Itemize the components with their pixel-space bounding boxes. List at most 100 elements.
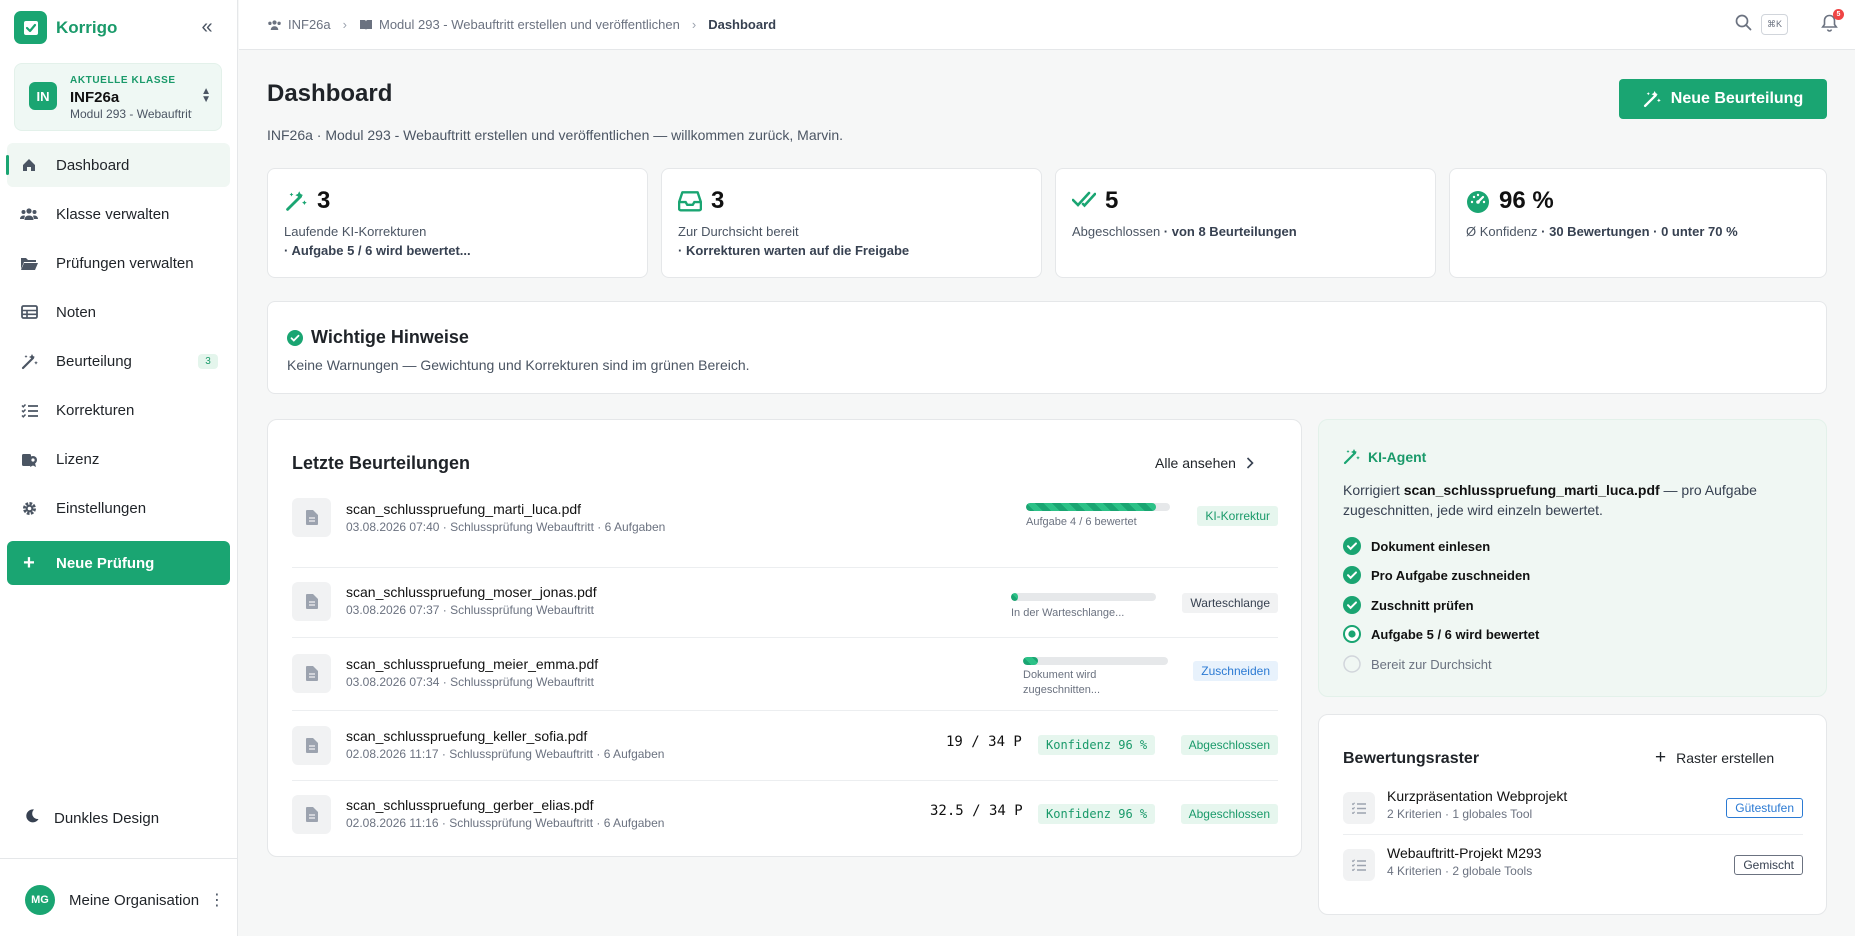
table-row[interactable]: scan_schlusspruefung_marti_luca.pdf 03.0…: [292, 498, 1278, 568]
breadcrumb-module-label: Modul 293 - Webauftritt erstellen und ve…: [378, 17, 680, 32]
breadcrumb-module[interactable]: Modul 293 - Webauftritt erstellen und ve…: [359, 17, 680, 32]
recent-assessments: Letzte Beurteilungen Alle ansehen scan_s…: [267, 419, 1302, 857]
dark-mode-toggle[interactable]: Dunkles Design: [24, 808, 159, 828]
sidebar-divider: [0, 858, 238, 859]
class-switcher[interactable]: IN AKTUELLE KLASSE INF26a Modul 293 - We…: [14, 63, 222, 131]
wand-icon: [284, 190, 308, 215]
list-icon: [1343, 792, 1375, 824]
stat-value: 5: [1105, 187, 1119, 214]
radio-active-icon: [1343, 625, 1361, 643]
sidebar-item-noten[interactable]: Noten: [7, 290, 230, 334]
chevron-right-icon: ›: [342, 17, 347, 32]
sidebar-item-einstellungen[interactable]: Einstellungen: [7, 486, 230, 530]
brand-logo-icon: [14, 11, 47, 44]
sidebar: Korrigo « IN AKTUELLE KLASSE INF26a Modu…: [0, 0, 238, 936]
stat-label: Ø Konfidenz · 30 Bewertungen · 0 unter 7…: [1466, 224, 1738, 239]
sidebar-item-label: Lizenz: [56, 450, 100, 468]
search-icon[interactable]: [1735, 14, 1752, 34]
stat-label: Abgeschlossen · von 8 Beurteilungen: [1072, 224, 1297, 239]
brand[interactable]: Korrigo: [14, 11, 117, 44]
file-icon: [292, 654, 331, 693]
agent-step: Dokument einlesen: [1343, 537, 1490, 555]
table-row[interactable]: scan_schlusspruefung_meier_emma.pdf 03.0…: [292, 638, 1278, 711]
notice-card: Wichtige Hinweise Keine Warnungen — Gewi…: [267, 301, 1827, 394]
double-check-icon: [1071, 190, 1097, 213]
sidebar-item-korrekturen[interactable]: Korrekturen: [7, 388, 230, 432]
sidebar-item-lizenz[interactable]: Lizenz: [7, 437, 230, 481]
search-shortcut: ⌘K: [1761, 14, 1789, 35]
new-assessment-button[interactable]: Neue Beurteilung: [1619, 79, 1827, 119]
inbox-icon: [677, 190, 703, 215]
breadcrumb: INF26a › Modul 293 - Webauftritt erstell…: [267, 17, 776, 32]
new-exam-button[interactable]: + Neue Prüfung: [7, 541, 230, 585]
collapse-sidebar-icon[interactable]: «: [196, 16, 218, 38]
check-circle-icon: [1343, 566, 1361, 584]
table-row[interactable]: scan_schlusspruefung_gerber_elias.pdf 02…: [292, 781, 1278, 847]
file-meta: 03.08.2026 07:37 · Schlussprüfung Webauf…: [346, 603, 594, 617]
notification-badge: 5: [1833, 9, 1844, 20]
file-name: scan_schlusspruefung_gerber_elias.pdf: [346, 797, 594, 813]
license-icon: [20, 450, 38, 468]
agent-step: Pro Aufgabe zuschneiden: [1343, 566, 1530, 584]
org-name: Meine Organisation: [69, 891, 199, 909]
users-icon: [20, 205, 38, 223]
file-meta: 02.08.2026 11:17 · Schlussprüfung Webauf…: [346, 747, 665, 761]
folder-icon: [20, 254, 38, 272]
stat-label: Laufende KI-Korrekturen: [284, 224, 427, 239]
check-circle-icon: [1343, 537, 1361, 555]
breadcrumb-current: Dashboard: [708, 17, 777, 32]
file-icon: [292, 795, 331, 834]
file-icon: [292, 582, 331, 621]
sidebar-item-dashboard[interactable]: Dashboard: [6, 143, 230, 187]
stat-value: 3: [317, 187, 331, 214]
table-icon: [20, 303, 38, 321]
progress-bar: [1023, 657, 1168, 665]
score: 32.5 / 34 P: [930, 803, 1023, 819]
status-badge: Abgeschlossen: [1180, 804, 1278, 824]
stat-value: 96 %: [1499, 187, 1554, 214]
chevron-updown-icon: ▲ ▼: [201, 86, 211, 105]
sidebar-item-label: Einstellungen: [56, 499, 147, 517]
list-icon: [1343, 849, 1375, 881]
sidebar-item-beurteilung[interactable]: Beurteilung 3: [7, 339, 230, 383]
list-check-icon: [20, 401, 38, 419]
rubric-meta: 4 Kriterien · 2 globale Tools: [1387, 864, 1533, 878]
check-circle-icon: [1343, 596, 1361, 614]
stat-label: Zur Durchsicht bereit: [678, 224, 799, 239]
page-title: Dashboard: [267, 80, 393, 107]
more-vertical-icon[interactable]: ⋮: [209, 890, 225, 910]
score: 19 / 34 P: [946, 734, 1022, 750]
rubric-panel: Bewertungsraster + Raster erstellen Kurz…: [1318, 714, 1827, 915]
class-kicker: AKTUELLE KLASSE: [70, 75, 176, 86]
status-badge: KI-Korrektur: [1197, 506, 1278, 526]
home-icon: [20, 156, 38, 174]
file-icon: [292, 498, 331, 537]
sidebar-item-pruefungen[interactable]: Prüfungen verwalten: [7, 241, 230, 285]
org-switcher[interactable]: MG Meine Organisation ⋮: [25, 885, 225, 915]
stat-ready-for-review: 3 Zur Durchsicht bereit · Korrekturen wa…: [661, 168, 1042, 278]
agent-step-pending: Bereit zur Durchsicht: [1343, 655, 1492, 673]
stat-confidence: 96 % Ø Konfidenz · 30 Bewertungen · 0 un…: [1449, 168, 1827, 278]
sidebar-item-label: Klasse verwalten: [56, 205, 170, 223]
table-row[interactable]: scan_schlusspruefung_keller_sofia.pdf 02…: [292, 711, 1278, 781]
circle-icon: [1343, 655, 1361, 673]
page-subtitle: INF26a · Modul 293 - Webauftritt erstell…: [267, 127, 844, 143]
sidebar-item-klasse[interactable]: Klasse verwalten: [7, 192, 230, 236]
create-rubric-button[interactable]: + Raster erstellen: [1655, 748, 1774, 767]
brand-name: Korrigo: [56, 17, 118, 37]
confidence-badge: Konfidenz 96 %: [1038, 735, 1156, 755]
avatar: MG: [25, 885, 55, 915]
breadcrumb-class-label: INF26a: [288, 17, 331, 32]
sidebar-item-label: Prüfungen verwalten: [56, 254, 194, 272]
breadcrumb-class[interactable]: INF26a: [267, 17, 331, 32]
status-badge: Abgeschlossen: [1180, 735, 1278, 755]
moon-icon: [24, 808, 40, 828]
topbar: INF26a › Modul 293 - Webauftritt erstell…: [239, 0, 1855, 50]
wand-icon: [1643, 91, 1661, 108]
sidebar-item-label: Noten: [56, 303, 97, 321]
see-all-link[interactable]: Alle ansehen: [1155, 455, 1254, 471]
table-row[interactable]: scan_schlusspruefung_moser_jonas.pdf 03.…: [292, 568, 1278, 638]
section-title: Bewertungsraster: [1343, 750, 1480, 767]
stat-detail: · Aufgabe 5 / 6 wird bewertet...: [284, 243, 471, 258]
gear-icon: [20, 499, 38, 517]
